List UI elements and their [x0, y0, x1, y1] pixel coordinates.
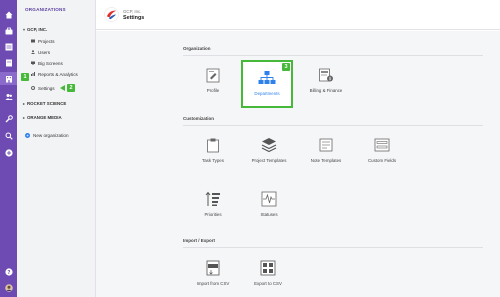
org-chart-icon — [258, 69, 276, 87]
tile-label: Export to CSV — [254, 281, 282, 286]
tile-label: Departments — [254, 91, 280, 96]
callout-2: 2 — [67, 84, 75, 92]
clipboard-icon — [204, 136, 222, 154]
building-icon[interactable] — [0, 72, 17, 85]
sidebar-item-label: Projects — [38, 38, 55, 44]
sidebar-item-users[interactable]: Users — [31, 48, 50, 56]
list-icon[interactable] — [4, 42, 13, 51]
document-icon[interactable] — [4, 58, 13, 67]
chevron-down-icon: ▾ — [23, 27, 26, 32]
sidebar-item-label: Reports & Analytics — [38, 71, 78, 77]
tile-import-csv[interactable]: Import from CSV — [189, 252, 237, 296]
screen-icon — [31, 61, 35, 65]
settings-main: Organization Profile Departments 3 $ Bil… — [96, 31, 500, 297]
home-icon[interactable] — [4, 10, 13, 19]
tile-label: Project Templates — [251, 158, 287, 163]
wrench-icon[interactable] — [4, 114, 13, 123]
section-title-organization: Organization — [183, 46, 211, 51]
section-divider — [183, 125, 483, 126]
page-title: Settings — [123, 15, 145, 21]
callout-1: 1 — [21, 73, 29, 81]
import-csv-icon — [204, 259, 222, 277]
folder-icon — [31, 39, 35, 43]
sidebar-item-settings[interactable]: Settings — [31, 84, 55, 92]
org-rocket-science[interactable]: ▸ ROCKET SCIENCE — [23, 101, 66, 106]
sidebar-item-label: Users — [38, 49, 50, 55]
tile-label: Profile — [206, 88, 220, 93]
org-name: GCP, INC. — [27, 27, 48, 32]
new-organization-label: New organization — [33, 133, 69, 138]
sidebar-item-label: Big Screens — [38, 60, 63, 66]
plus-circle-icon[interactable] — [4, 148, 13, 157]
org-orange-media[interactable]: ▸ ORANGE MEDIA — [23, 115, 62, 120]
gear-icon — [31, 86, 35, 90]
tile-profile[interactable]: Profile — [191, 59, 235, 103]
help-icon[interactable]: ? — [4, 267, 13, 276]
chevron-right-icon: ▸ — [23, 101, 26, 106]
new-organization-button[interactable]: + New organization — [25, 133, 69, 138]
sidebar-item-reports[interactable]: Reports & Analytics — [31, 70, 78, 78]
briefcase-icon[interactable] — [4, 26, 13, 35]
form-fields-icon — [373, 136, 391, 154]
callout-3: 3 — [282, 63, 290, 71]
company-name: GCP, Inc. — [123, 9, 142, 14]
page-header: GCP, Inc. Settings — [96, 0, 500, 30]
users-icon[interactable] — [4, 92, 13, 101]
section-divider — [183, 55, 483, 56]
tile-label: Task Types — [202, 158, 224, 163]
users-icon — [31, 50, 35, 54]
section-title-import-export: Import / Export — [183, 238, 216, 243]
tile-label: Statuses — [260, 212, 278, 217]
tile-label: Billing & Finance — [309, 88, 343, 93]
profile-icon — [204, 66, 222, 84]
tile-billing-finance[interactable]: $ Billing & Finance — [302, 59, 350, 103]
sidebar-item-projects[interactable]: Projects — [31, 37, 55, 45]
tile-priorities[interactable]: Priorities — [191, 183, 235, 227]
company-logo — [104, 7, 119, 22]
chart-icon — [31, 72, 35, 76]
tile-label: Import from CSV — [196, 281, 230, 286]
billing-icon: $ — [317, 66, 335, 84]
org-gcp[interactable]: ▾ GCP, INC. — [23, 27, 47, 32]
sidebar-item-label: Settings — [38, 85, 55, 91]
tile-note-templates[interactable]: Note Templates — [302, 129, 350, 173]
tile-statuses[interactable]: Statuses — [247, 183, 291, 227]
priorities-icon — [204, 190, 222, 208]
avatar[interactable] — [4, 283, 13, 292]
layers-icon — [260, 136, 278, 154]
svg-text:?: ? — [7, 270, 10, 276]
search-icon[interactable] — [4, 131, 13, 140]
org-name: ORANGE MEDIA — [27, 115, 62, 120]
tile-task-types[interactable]: Task Types — [191, 129, 235, 173]
sidebar: ORGANIZATIONS ▾ GCP, INC. Projects Users… — [17, 0, 96, 297]
tile-export-csv[interactable]: Export to CSV — [244, 252, 292, 296]
callout-arrow — [60, 85, 65, 91]
section-title-customization: Customization — [183, 116, 214, 121]
chevron-right-icon: ▸ — [23, 115, 26, 120]
section-divider — [183, 247, 483, 248]
org-name: ROCKET SCIENCE — [27, 101, 67, 106]
tile-custom-fields[interactable]: Custom Fields — [358, 129, 406, 173]
tile-label: Priorities — [204, 212, 222, 217]
export-csv-icon — [259, 259, 277, 277]
tile-label: Note Templates — [310, 158, 342, 163]
sidebar-heading: ORGANIZATIONS — [25, 7, 66, 12]
note-icon — [317, 136, 335, 154]
pulse-icon — [260, 190, 278, 208]
plus-icon: + — [25, 133, 30, 138]
tile-label: Custom Fields — [367, 158, 397, 163]
icon-rail: ? — [0, 0, 17, 297]
svg-text:$: $ — [329, 76, 332, 81]
tile-project-templates[interactable]: Project Templates — [244, 129, 294, 173]
sidebar-item-big-screens[interactable]: Big Screens — [31, 59, 63, 67]
